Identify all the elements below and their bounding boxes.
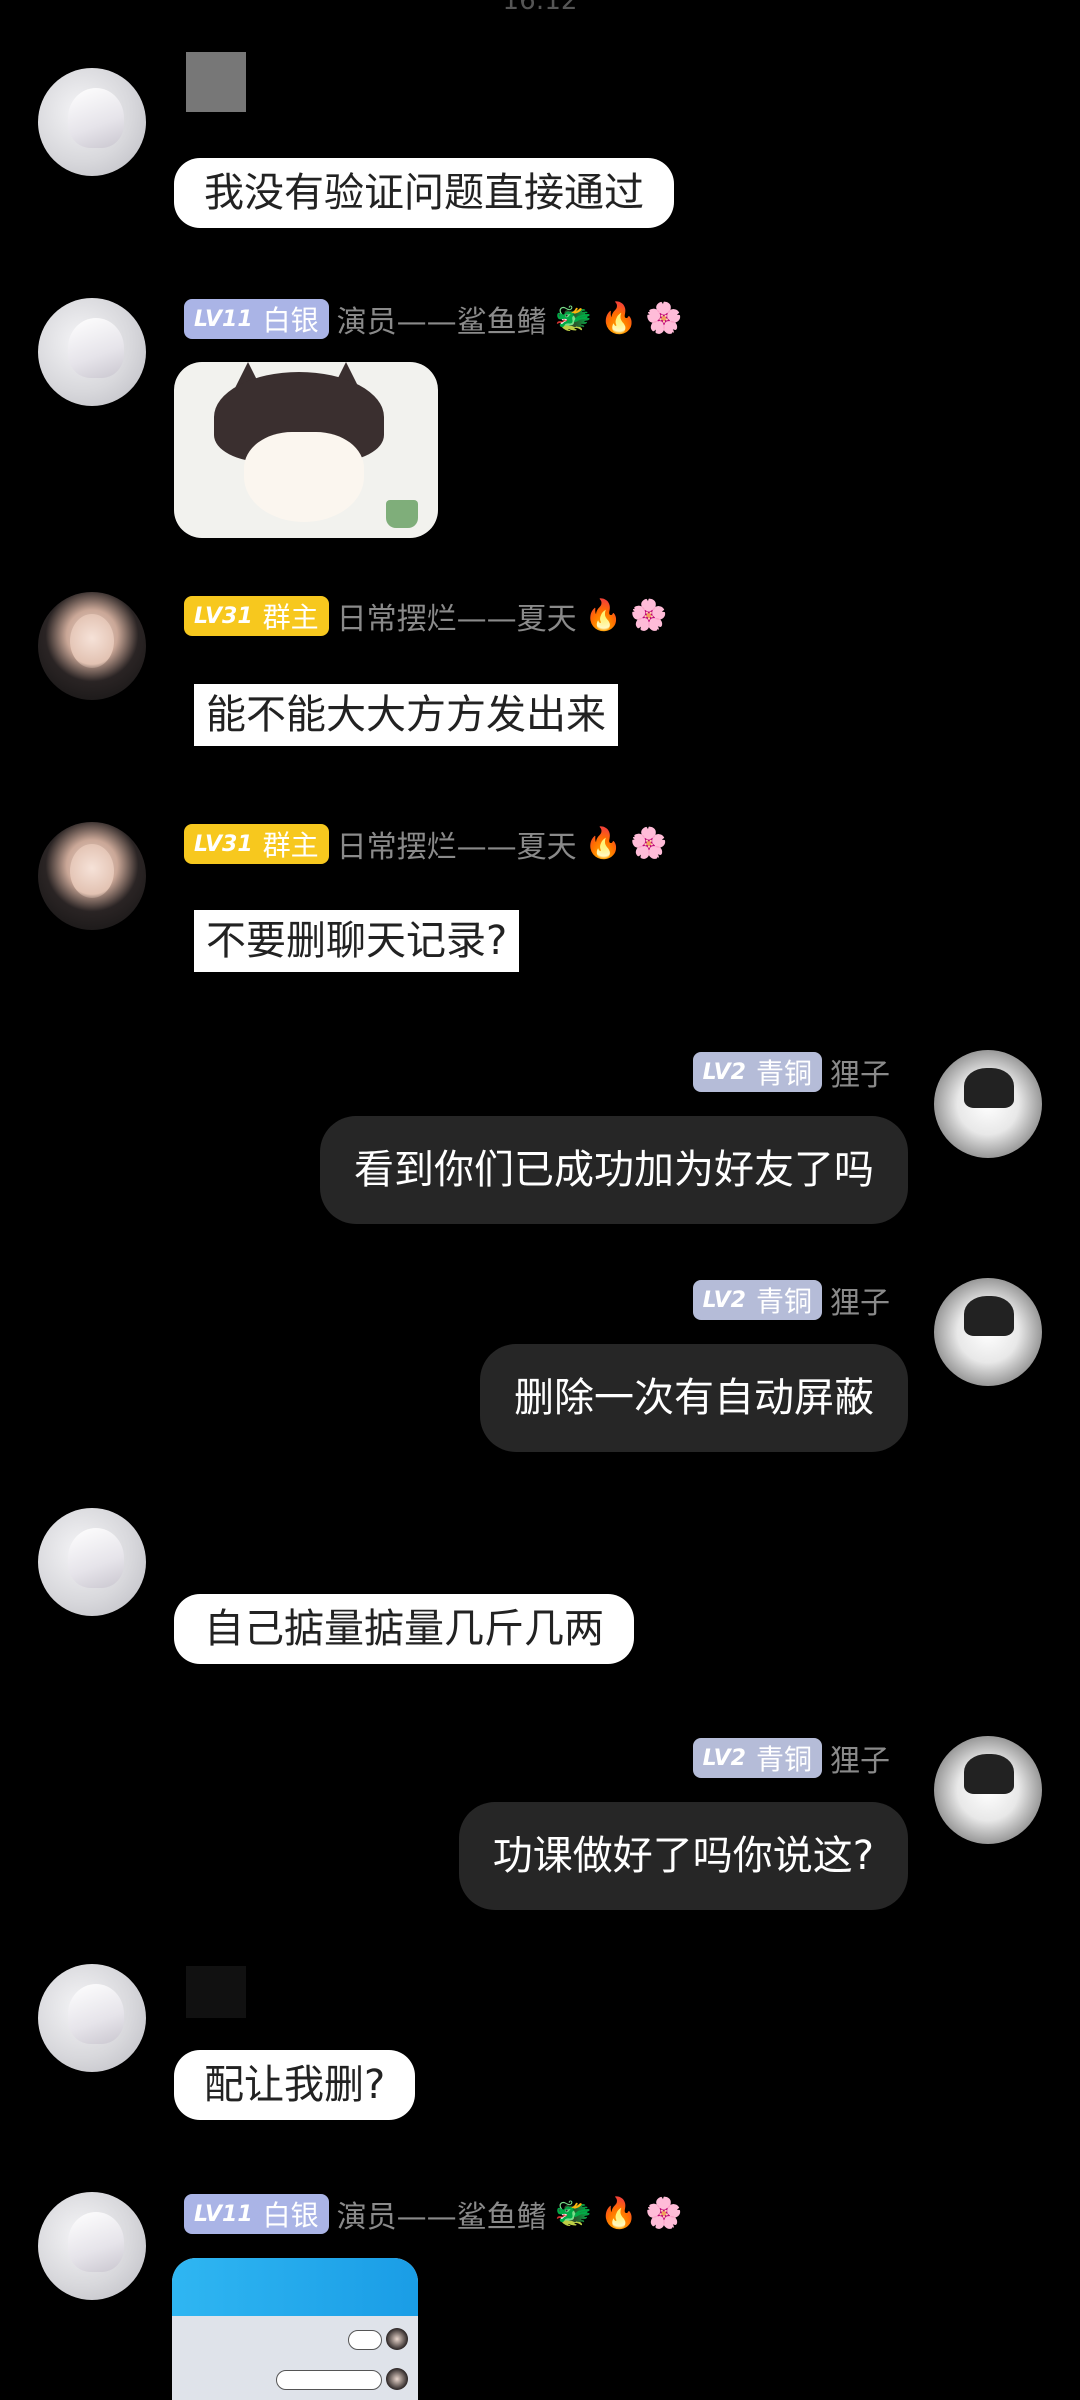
fire-icon: 🔥 (584, 826, 623, 861)
flower-icon: 🌸 (630, 826, 668, 861)
sender-name[interactable]: 狸子 (830, 1736, 890, 1780)
message-bubble[interactable]: 看到你们已成功加为好友了吗 (320, 1116, 908, 1224)
sender-header: LV31 群主 日常摆烂——夏天 🔥 🌸 (184, 822, 667, 866)
thumb-bubble (276, 2370, 382, 2390)
level-badge: LV11 白银 (184, 2194, 329, 2234)
sender-name[interactable]: 演员——鲨鱼鳍 (337, 297, 547, 341)
dragon-icon: 🐲 (554, 301, 593, 336)
avatar[interactable] (38, 822, 146, 930)
avatar[interactable] (934, 1278, 1042, 1386)
thumb-avatar (386, 2368, 408, 2390)
message-bubble[interactable]: 删除一次有自动屏蔽 (480, 1344, 908, 1452)
level-title: 青铜 (755, 1743, 812, 1776)
avatar[interactable] (38, 592, 146, 700)
message-bubble[interactable]: 功课做好了吗你说这? (458, 1802, 908, 1910)
sender-name-redacted (186, 1966, 246, 2018)
fire-icon: 🔥 (600, 301, 638, 336)
message-bubble[interactable]: 我没有验证问题直接通过 (174, 158, 674, 228)
sender-name[interactable]: 日常摆烂——夏天 (337, 822, 577, 866)
sender-header: LV31 群主 日常摆烂——夏天 🔥 🌸 (184, 594, 667, 638)
level-badge: LV31 群主 (184, 824, 329, 864)
level-number: LV31 (194, 603, 253, 629)
level-title: 群主 (262, 829, 319, 862)
level-number: LV2 (702, 1059, 746, 1085)
sender-name[interactable]: 日常摆烂——夏天 (337, 594, 577, 638)
sender-header: LV2 青铜 狸子 (692, 1736, 890, 1780)
message-bubble[interactable]: 配让我删? (174, 2050, 416, 2120)
level-number: LV2 (702, 1745, 746, 1771)
thumb-topbar (172, 2258, 418, 2316)
avatar[interactable] (38, 298, 146, 406)
sender-header: LV2 青铜 狸子 (692, 1050, 890, 1094)
sender-name[interactable]: 狸子 (830, 1050, 890, 1094)
sender-name[interactable]: 狸子 (830, 1278, 890, 1322)
sender-name[interactable]: 演员——鲨鱼鳍 (337, 2192, 547, 2236)
level-title: 群主 (262, 601, 319, 634)
level-number: LV11 (194, 2201, 253, 2227)
level-badge: LV31 群主 (184, 596, 329, 636)
avatar[interactable] (38, 1508, 146, 1616)
flower-icon: 🌸 (630, 598, 668, 633)
avatar[interactable] (38, 2192, 146, 2300)
level-number: LV31 (194, 831, 253, 857)
status-time: 16:12 (502, 0, 578, 16)
message-bubble[interactable]: 自己掂量掂量几斤几两 (174, 1594, 634, 1664)
sticker-image[interactable] (174, 362, 438, 538)
flower-icon: 🌸 (645, 2196, 683, 2231)
message-bubble[interactable]: 能不能大大方方发出来 (194, 684, 618, 746)
sender-name-redacted (186, 52, 246, 112)
chat-screen: 16:12 我没有验证问题直接通过 LV11 白银 演员——鲨鱼鳍 🐲 🔥 🌸 … (0, 0, 1080, 2400)
avatar[interactable] (38, 68, 146, 176)
fire-icon: 🔥 (600, 2196, 638, 2231)
fire-icon: 🔥 (584, 598, 623, 633)
screenshot-image[interactable] (172, 2258, 418, 2400)
level-number: LV11 (194, 306, 253, 332)
level-badge: LV2 青铜 (692, 1280, 822, 1320)
avatar[interactable] (38, 1964, 146, 2072)
level-title: 白银 (262, 2199, 319, 2232)
thumb-bubble (348, 2330, 382, 2350)
level-title: 青铜 (755, 1057, 812, 1090)
level-title: 白银 (262, 304, 319, 337)
avatar[interactable] (934, 1736, 1042, 1844)
dragon-icon: 🐲 (554, 2196, 593, 2231)
sender-header: LV11 白银 演员——鲨鱼鳍 🐲 🔥 🌸 (184, 297, 683, 341)
avatar[interactable] (934, 1050, 1042, 1158)
level-badge: LV2 青铜 (692, 1052, 822, 1092)
level-badge: LV11 白银 (184, 299, 329, 339)
message-bubble[interactable]: 不要删聊天记录? (194, 910, 520, 972)
level-number: LV2 (702, 1287, 746, 1313)
level-title: 青铜 (755, 1285, 812, 1318)
flower-icon: 🌸 (645, 301, 683, 336)
level-badge: LV2 青铜 (692, 1738, 822, 1778)
sender-header: LV2 青铜 狸子 (692, 1278, 890, 1322)
sender-header: LV11 白银 演员——鲨鱼鳍 🐲 🔥 🌸 (184, 2192, 683, 2236)
thumb-avatar (386, 2328, 408, 2350)
